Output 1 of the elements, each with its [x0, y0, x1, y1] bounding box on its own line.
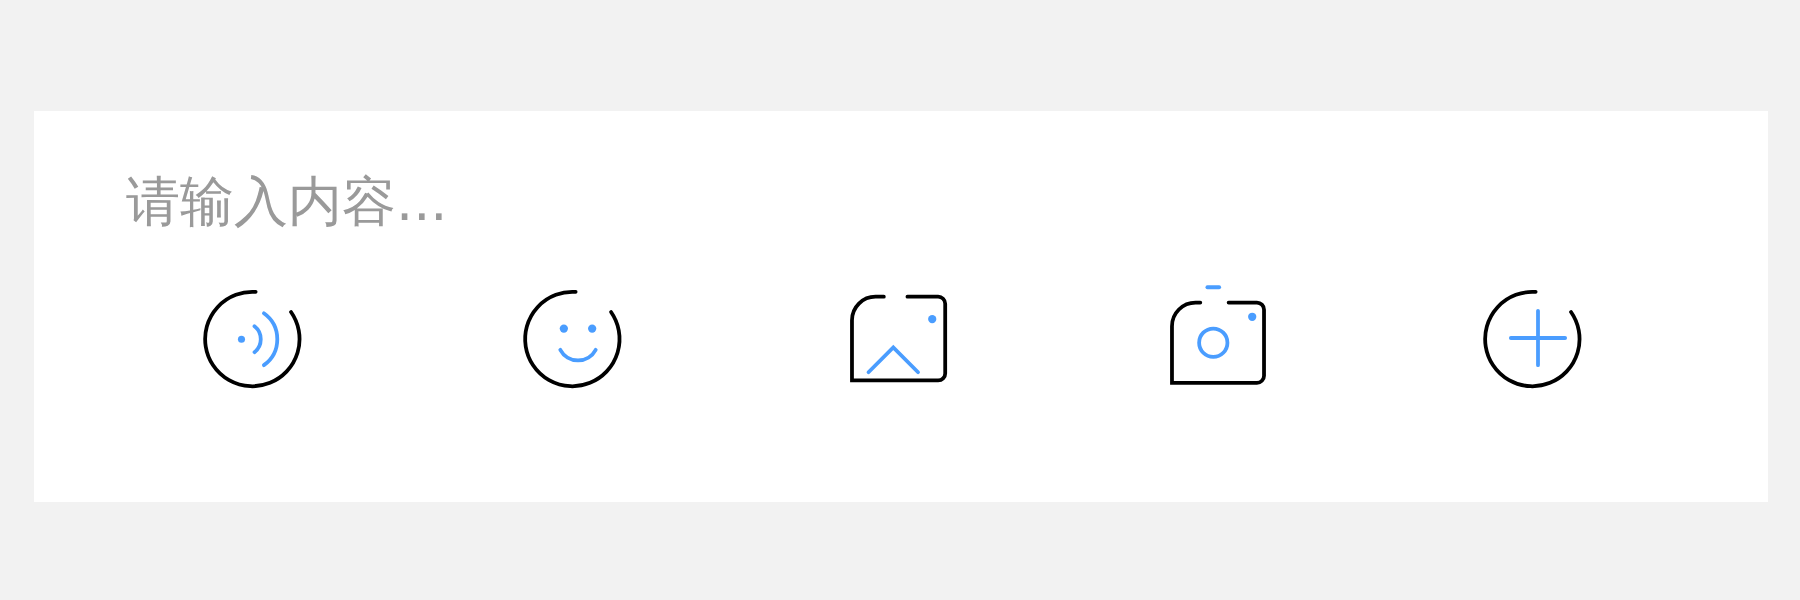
input-field[interactable]: 请输入内容...: [126, 163, 1026, 239]
